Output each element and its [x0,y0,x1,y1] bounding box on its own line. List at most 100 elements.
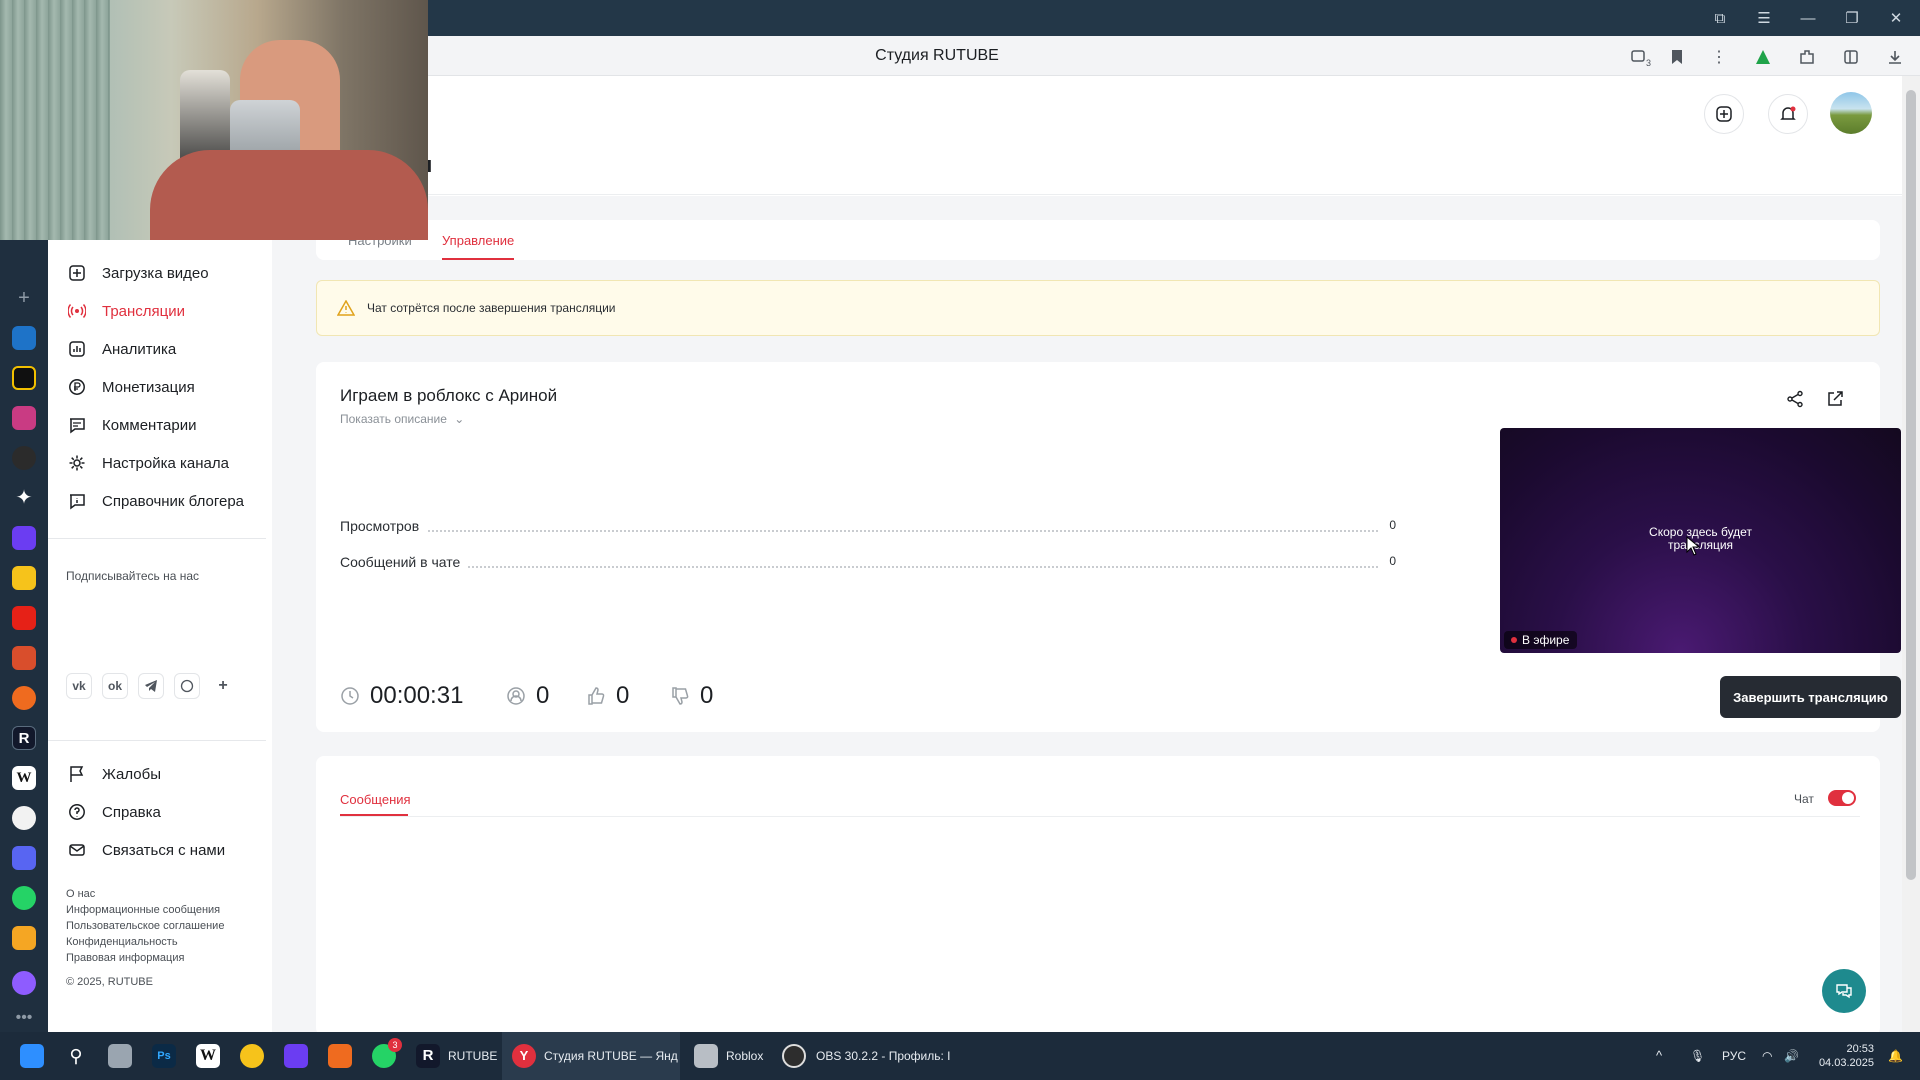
footer-link-about[interactable]: О нас [66,886,95,902]
collections-icon[interactable] [1838,44,1864,70]
rutube-taskbar-icon[interactable]: R [416,1044,440,1068]
thumbs-up-icon [588,687,605,705]
main-content: ия Настройки Управление Чат сотрётся пос… [272,76,1902,1032]
avatar[interactable] [1830,92,1872,134]
app-icon-4[interactable] [12,446,36,470]
nav-upload-video[interactable]: Загрузка видео [68,258,209,288]
tab-messages[interactable]: Сообщения [340,792,411,807]
extensions-icon[interactable] [1794,44,1820,70]
app-icon-1[interactable] [12,326,36,350]
telegram-link[interactable] [138,673,164,699]
stat-views: Просмотров 0 [340,518,1396,534]
webcam-overlay [0,0,428,240]
nav-analytics[interactable]: Аналитика [68,334,176,364]
show-description-link[interactable]: Показать описание ⌄ [340,412,464,426]
download-icon[interactable] [1882,44,1908,70]
window-blinds [0,0,110,240]
minimize-button[interactable]: — [1788,0,1828,36]
subscribe-title: Подписывайтесь на нас [66,569,200,583]
app-icon-6[interactable] [12,526,36,550]
page-header: ия [272,76,1902,196]
more-horizontal-icon[interactable]: ••• [12,1006,36,1030]
notification-bell-icon[interactable]: 🔔 [1888,1032,1903,1080]
app-icon-13[interactable] [12,806,36,830]
footer-link-info[interactable]: Информационные сообщения [66,902,220,918]
add-icon[interactable]: + [12,286,36,310]
tab-management[interactable]: Управление [442,233,514,248]
wikipedia-taskbar-icon[interactable]: W [196,1044,220,1068]
wifi-icon[interactable]: ◠ [1762,1032,1772,1080]
bookmark-icon[interactable] [1664,44,1690,70]
chat-toggle[interactable] [1828,790,1856,806]
nav-monetization[interactable]: Монетизация [68,372,195,402]
microphone-icon[interactable]: 🎙 [1690,1032,1705,1080]
stream-preview[interactable]: Скоро здесь будет трансляция В эфире [1500,428,1901,653]
star-app-icon[interactable]: ✦ [12,486,36,510]
windows-start-icon[interactable] [20,1044,44,1068]
stream-card: Играем в роблокс с Ариной Показать описа… [316,362,1901,732]
app-icon-7[interactable] [12,566,36,590]
app-taskbar-icon[interactable] [240,1044,264,1068]
more-vertical-icon[interactable]: ⋮ [1706,44,1732,70]
close-button[interactable]: ✕ [1876,0,1916,36]
taskbar-app-roblox[interactable]: Roblox [726,1032,763,1080]
wikipedia-icon[interactable]: W [12,766,36,790]
search-icon[interactable]: ⚲ [64,1044,88,1068]
menu-icon[interactable]: ☰ [1744,0,1784,36]
taskbar-active-app[interactable]: Y Студия RUTUBE — Янд [502,1032,680,1080]
tabs-icon[interactable]: 3 [1626,44,1652,70]
nav-complaints[interactable]: Жалобы [68,759,161,789]
task-view-icon[interactable] [108,1044,132,1068]
obs-icon[interactable] [782,1044,806,1068]
app-icon-10[interactable] [12,686,36,710]
alice-icon[interactable] [12,971,36,995]
pin-icon[interactable]: ⧉ [1700,0,1740,36]
footer-link-privacy[interactable]: Конфиденциальность [66,934,178,950]
live-dot-icon [1511,637,1517,643]
footer-link-terms[interactable]: Пользовательское соглашение [66,918,224,934]
app-icon-16[interactable] [12,926,36,950]
whatsapp-icon[interactable] [12,886,36,910]
whatsapp-taskbar-icon[interactable]: 3 [372,1038,402,1068]
create-button[interactable] [1704,94,1744,134]
nav-comments[interactable]: Комментарии [68,410,196,440]
nav-broadcasts[interactable]: Трансляции [68,296,185,326]
support-chat-button[interactable] [1822,969,1866,1013]
footer-link-legal[interactable]: Правовая информация [66,950,184,966]
nav-help[interactable]: Справка [68,797,161,827]
taskbar-app-obs[interactable]: OBS 30.2.2 - Профиль: I [816,1032,951,1080]
app-icon-3[interactable] [12,406,36,430]
nav-channel-settings[interactable]: Настройка канала [68,448,229,478]
photoshop-icon[interactable]: Ps [152,1044,176,1068]
nav-blogger-guide[interactable]: Справочник блогера [68,486,244,516]
rutube-icon[interactable]: R [12,726,36,750]
discord-icon[interactable] [12,846,36,870]
extension-green-icon[interactable] [1750,44,1776,70]
vk-link[interactable]: vk [66,673,92,699]
language-indicator[interactable]: РУС [1722,1032,1746,1080]
taskbar-app-rutube[interactable]: RUTUBE [448,1032,497,1080]
notifications-button[interactable] [1768,94,1808,134]
ok-link[interactable]: ok [102,673,128,699]
restore-button[interactable]: ❐ [1832,0,1872,36]
open-external-button[interactable] [1822,386,1848,412]
tray-chevron-up-icon[interactable]: ^ [1656,1032,1662,1080]
share-button[interactable] [1782,386,1808,412]
translate-icon[interactable] [12,646,36,670]
youtube-icon[interactable] [12,606,36,630]
app-taskbar-icon-3[interactable] [328,1044,352,1068]
nav-contact[interactable]: Связаться с нами [68,835,225,865]
scrollbar[interactable] [1902,76,1920,1032]
warning-icon [337,300,355,316]
app-taskbar-icon-2[interactable] [284,1044,308,1068]
preview-text: Скоро здесь будет трансляция [1649,525,1752,552]
end-broadcast-button[interactable]: Завершить трансляцию [1720,676,1901,718]
clock[interactable]: 20:53 04.03.2025 [1810,1042,1874,1070]
volume-icon[interactable]: 🔊 [1784,1032,1799,1080]
app-icon-2[interactable] [12,366,36,390]
divider [316,194,1902,195]
scrollbar-thumb[interactable] [1906,90,1916,880]
viber-link[interactable] [174,673,200,699]
roblox-icon[interactable] [694,1044,718,1068]
more-social-button[interactable]: + [210,673,236,699]
